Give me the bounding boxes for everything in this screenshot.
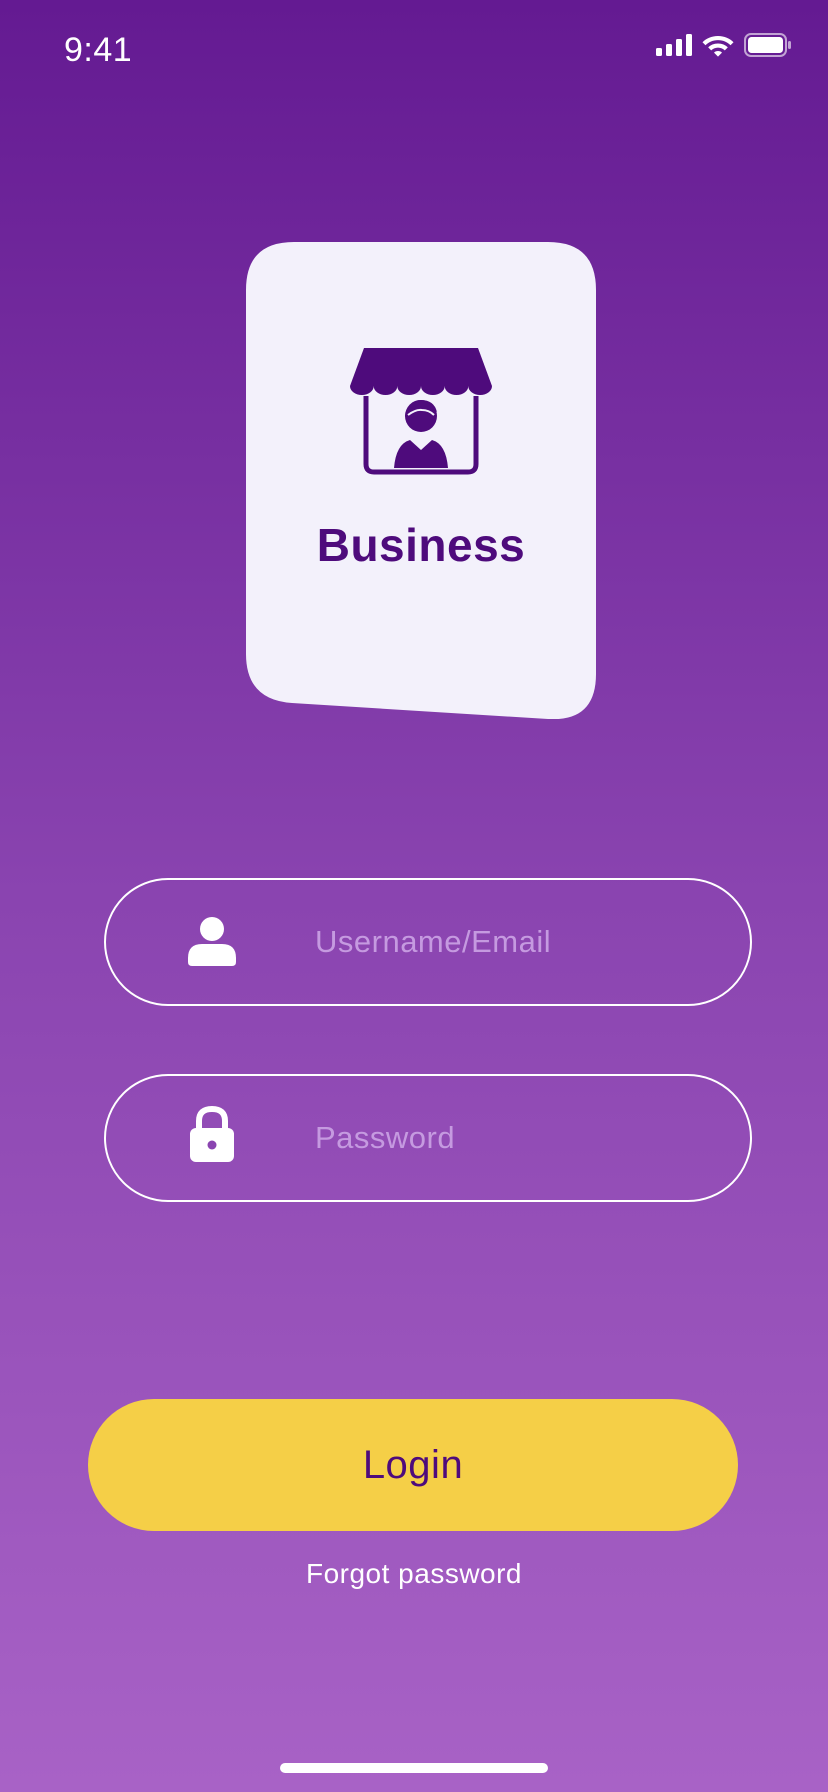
business-card: Business — [246, 242, 596, 719]
status-bar: 9:41 — [0, 0, 828, 100]
user-icon — [188, 916, 236, 970]
battery-icon — [744, 33, 792, 57]
login-button[interactable]: Login — [88, 1399, 738, 1531]
home-indicator[interactable] — [280, 1763, 548, 1773]
username-field[interactable] — [104, 878, 752, 1006]
password-field[interactable] — [104, 1074, 752, 1202]
forgot-password-link[interactable]: Forgot password — [0, 1558, 828, 1590]
card-label: Business — [316, 519, 526, 571]
lock-icon — [188, 1105, 236, 1166]
username-input[interactable] — [315, 910, 715, 974]
shop-vendor-icon — [350, 346, 492, 481]
status-icons — [656, 33, 792, 57]
status-time: 9:41 — [64, 31, 133, 69]
wifi-icon — [702, 33, 734, 57]
cellular-signal-icon — [656, 34, 692, 56]
password-input[interactable] — [315, 1106, 715, 1170]
